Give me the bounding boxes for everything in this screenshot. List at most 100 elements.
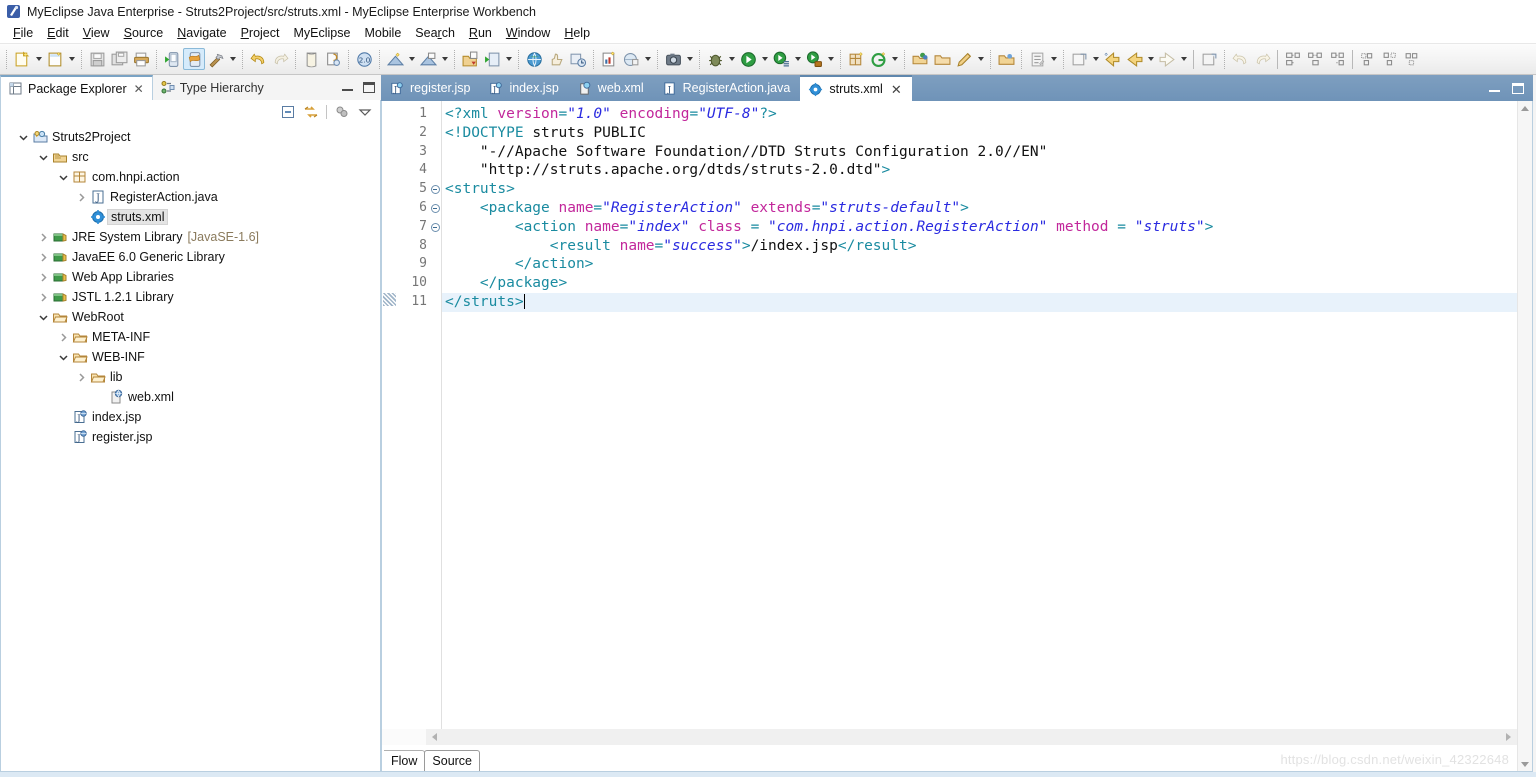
editor-tab-register-jsp[interactable]: J register.jsp [381, 75, 480, 101]
maximize-icon[interactable] [363, 82, 375, 93]
tree-node-web-inf[interactable]: WEB-INF [1, 347, 380, 367]
view-toolbar[interactable] [0, 100, 381, 123]
chevron-down-icon[interactable] [35, 309, 51, 325]
chevron-down-icon[interactable] [55, 349, 71, 365]
scroll-down-icon[interactable] [1521, 762, 1529, 767]
back-to-source-button[interactable] [1068, 48, 1090, 70]
menu-edit[interactable]: Edit [40, 24, 76, 42]
open-db-dropdown[interactable] [439, 48, 450, 70]
debug-dropdown[interactable] [726, 48, 737, 70]
new-file-button[interactable] [44, 48, 66, 70]
snapshot-dropdown[interactable] [684, 48, 695, 70]
new-report-button[interactable] [598, 48, 620, 70]
tab-type-hierarchy[interactable]: Type Hierarchy [153, 75, 272, 100]
tree-node-src[interactable]: src [1, 147, 380, 167]
scroll-up-icon[interactable] [1521, 106, 1529, 111]
tree-node-jstl-library[interactable]: JSTL 1.2.1 Library [1, 287, 380, 307]
guice-button[interactable] [867, 48, 889, 70]
tree-node-register-jsp[interactable]: J register.jsp [1, 427, 380, 447]
edit-pencil-dropdown[interactable] [975, 48, 986, 70]
export-dropdown[interactable] [503, 48, 514, 70]
tree-node-jre-system-library[interactable]: JRE System Library [JavaSE-1.6] [1, 227, 380, 247]
chevron-down-icon[interactable] [35, 149, 51, 165]
chevron-right-icon[interactable] [35, 269, 51, 285]
code-line-7[interactable]: <action name = "index" class = "com.hnpi.a… [445, 218, 1517, 237]
close-icon[interactable]: ✕ [891, 83, 902, 96]
menu-window[interactable]: Window [499, 24, 557, 42]
editor-horizontal-scrollbar[interactable] [382, 729, 1517, 745]
code-line-2[interactable]: <!DOCTYPE struts PUBLIC [445, 124, 1517, 143]
run-button[interactable] [737, 48, 759, 70]
code-line-6[interactable]: <package name="RegisterAction" extends="… [445, 199, 1517, 218]
editor-page-tabs[interactable]: Flow Source https://blog.csdn.net/weixin… [382, 745, 1517, 771]
debug-button[interactable] [704, 48, 726, 70]
guice-dropdown[interactable] [889, 48, 900, 70]
export-project-button[interactable] [481, 48, 503, 70]
build-dropdown[interactable] [227, 48, 238, 70]
menu-navigate[interactable]: Navigate [170, 24, 233, 42]
run-history-button[interactable] [770, 48, 792, 70]
tree-node-package[interactable]: com.hnpi.action [1, 167, 380, 187]
menu-run[interactable]: Run [462, 24, 499, 42]
new-file-dropdown[interactable] [66, 48, 77, 70]
new-db-dropdown[interactable] [406, 48, 417, 70]
undo-button[interactable] [247, 48, 269, 70]
save-all-button[interactable] [108, 48, 130, 70]
chevron-right-icon[interactable] [35, 289, 51, 305]
tree-node-meta-inf[interactable]: META-INF [1, 327, 380, 347]
tree-node-web-xml[interactable]: web.xml [1, 387, 380, 407]
fold-toggle-line5[interactable] [429, 180, 441, 199]
validate-button[interactable] [545, 48, 567, 70]
open-db-browser-button[interactable] [417, 48, 439, 70]
previous-nav-dropdown[interactable] [1145, 48, 1156, 70]
code-line-5[interactable]: <struts> [445, 180, 1517, 199]
new-wizard-button[interactable] [11, 48, 33, 70]
edit-pencil-button[interactable] [953, 48, 975, 70]
build-button[interactable] [205, 48, 227, 70]
menu-view[interactable]: View [76, 24, 117, 42]
chevron-right-icon[interactable] [73, 369, 89, 385]
tree-node-javaee-library[interactable]: JavaEE 6.0 Generic Library [1, 247, 380, 267]
maximize-icon[interactable] [1512, 82, 1524, 94]
close-icon[interactable]: ✕ [134, 83, 144, 95]
editor-tab-web-xml[interactable]: web.xml [569, 75, 654, 101]
chevron-right-icon[interactable] [35, 249, 51, 265]
code-text[interactable]: <?xml version="1.0" encoding="UTF-8"?> <!… [442, 101, 1517, 729]
project-tree[interactable]: Struts2Project src com.hnpi.action J Reg… [0, 123, 381, 772]
redo-edit-button[interactable] [1251, 48, 1273, 70]
run-history-dropdown[interactable] [792, 48, 803, 70]
open-resource-button[interactable] [322, 48, 344, 70]
align-center-button[interactable] [1304, 48, 1326, 70]
editor-tab-index-jsp[interactable]: J index.jsp [480, 75, 568, 101]
previous-annotation-button[interactable] [1101, 48, 1123, 70]
myeclipse-enterprise-button[interactable]: 2.0 [353, 48, 375, 70]
editor-vertical-scrollbar[interactable] [1517, 101, 1532, 771]
annotation-ruler[interactable] [382, 101, 397, 729]
myeclipse-deploy-button[interactable] [183, 48, 205, 70]
save-button[interactable] [86, 48, 108, 70]
run-dropdown[interactable] [759, 48, 770, 70]
menu-project[interactable]: Project [234, 24, 287, 42]
code-line-10[interactable]: </package> [445, 274, 1517, 293]
align-left-button[interactable] [1282, 48, 1304, 70]
tree-node-struts2project[interactable]: Struts2Project [1, 127, 380, 147]
tree-node-registeraction-java[interactable]: J RegisterAction.java [1, 187, 380, 207]
page-tab-source[interactable]: Source [424, 750, 481, 771]
distribute-top-button[interactable] [1357, 48, 1379, 70]
code-line-3[interactable]: "-//Apache Software Foundation//DTD Stru… [445, 143, 1517, 162]
run-server-button[interactable] [161, 48, 183, 70]
menu-bar[interactable]: FFileile Edit View Source Navigate Proje… [0, 23, 1536, 44]
chevron-down-icon[interactable] [55, 169, 71, 185]
snapshot-button[interactable] [662, 48, 684, 70]
open-browser-button[interactable] [523, 48, 545, 70]
fold-toggle-line7[interactable] [429, 218, 441, 237]
code-line-11[interactable]: </struts> [445, 292, 1517, 312]
open-folder-button[interactable] [931, 48, 953, 70]
back-to-source-dropdown[interactable] [1090, 48, 1101, 70]
open-perspective-button[interactable] [909, 48, 931, 70]
chevron-right-icon[interactable] [73, 189, 89, 205]
distribute-middle-button[interactable] [1379, 48, 1401, 70]
tree-node-web-app-libraries[interactable]: Web App Libraries [1, 267, 380, 287]
web-preview-button[interactable] [620, 48, 642, 70]
chevron-right-icon[interactable] [35, 229, 51, 245]
